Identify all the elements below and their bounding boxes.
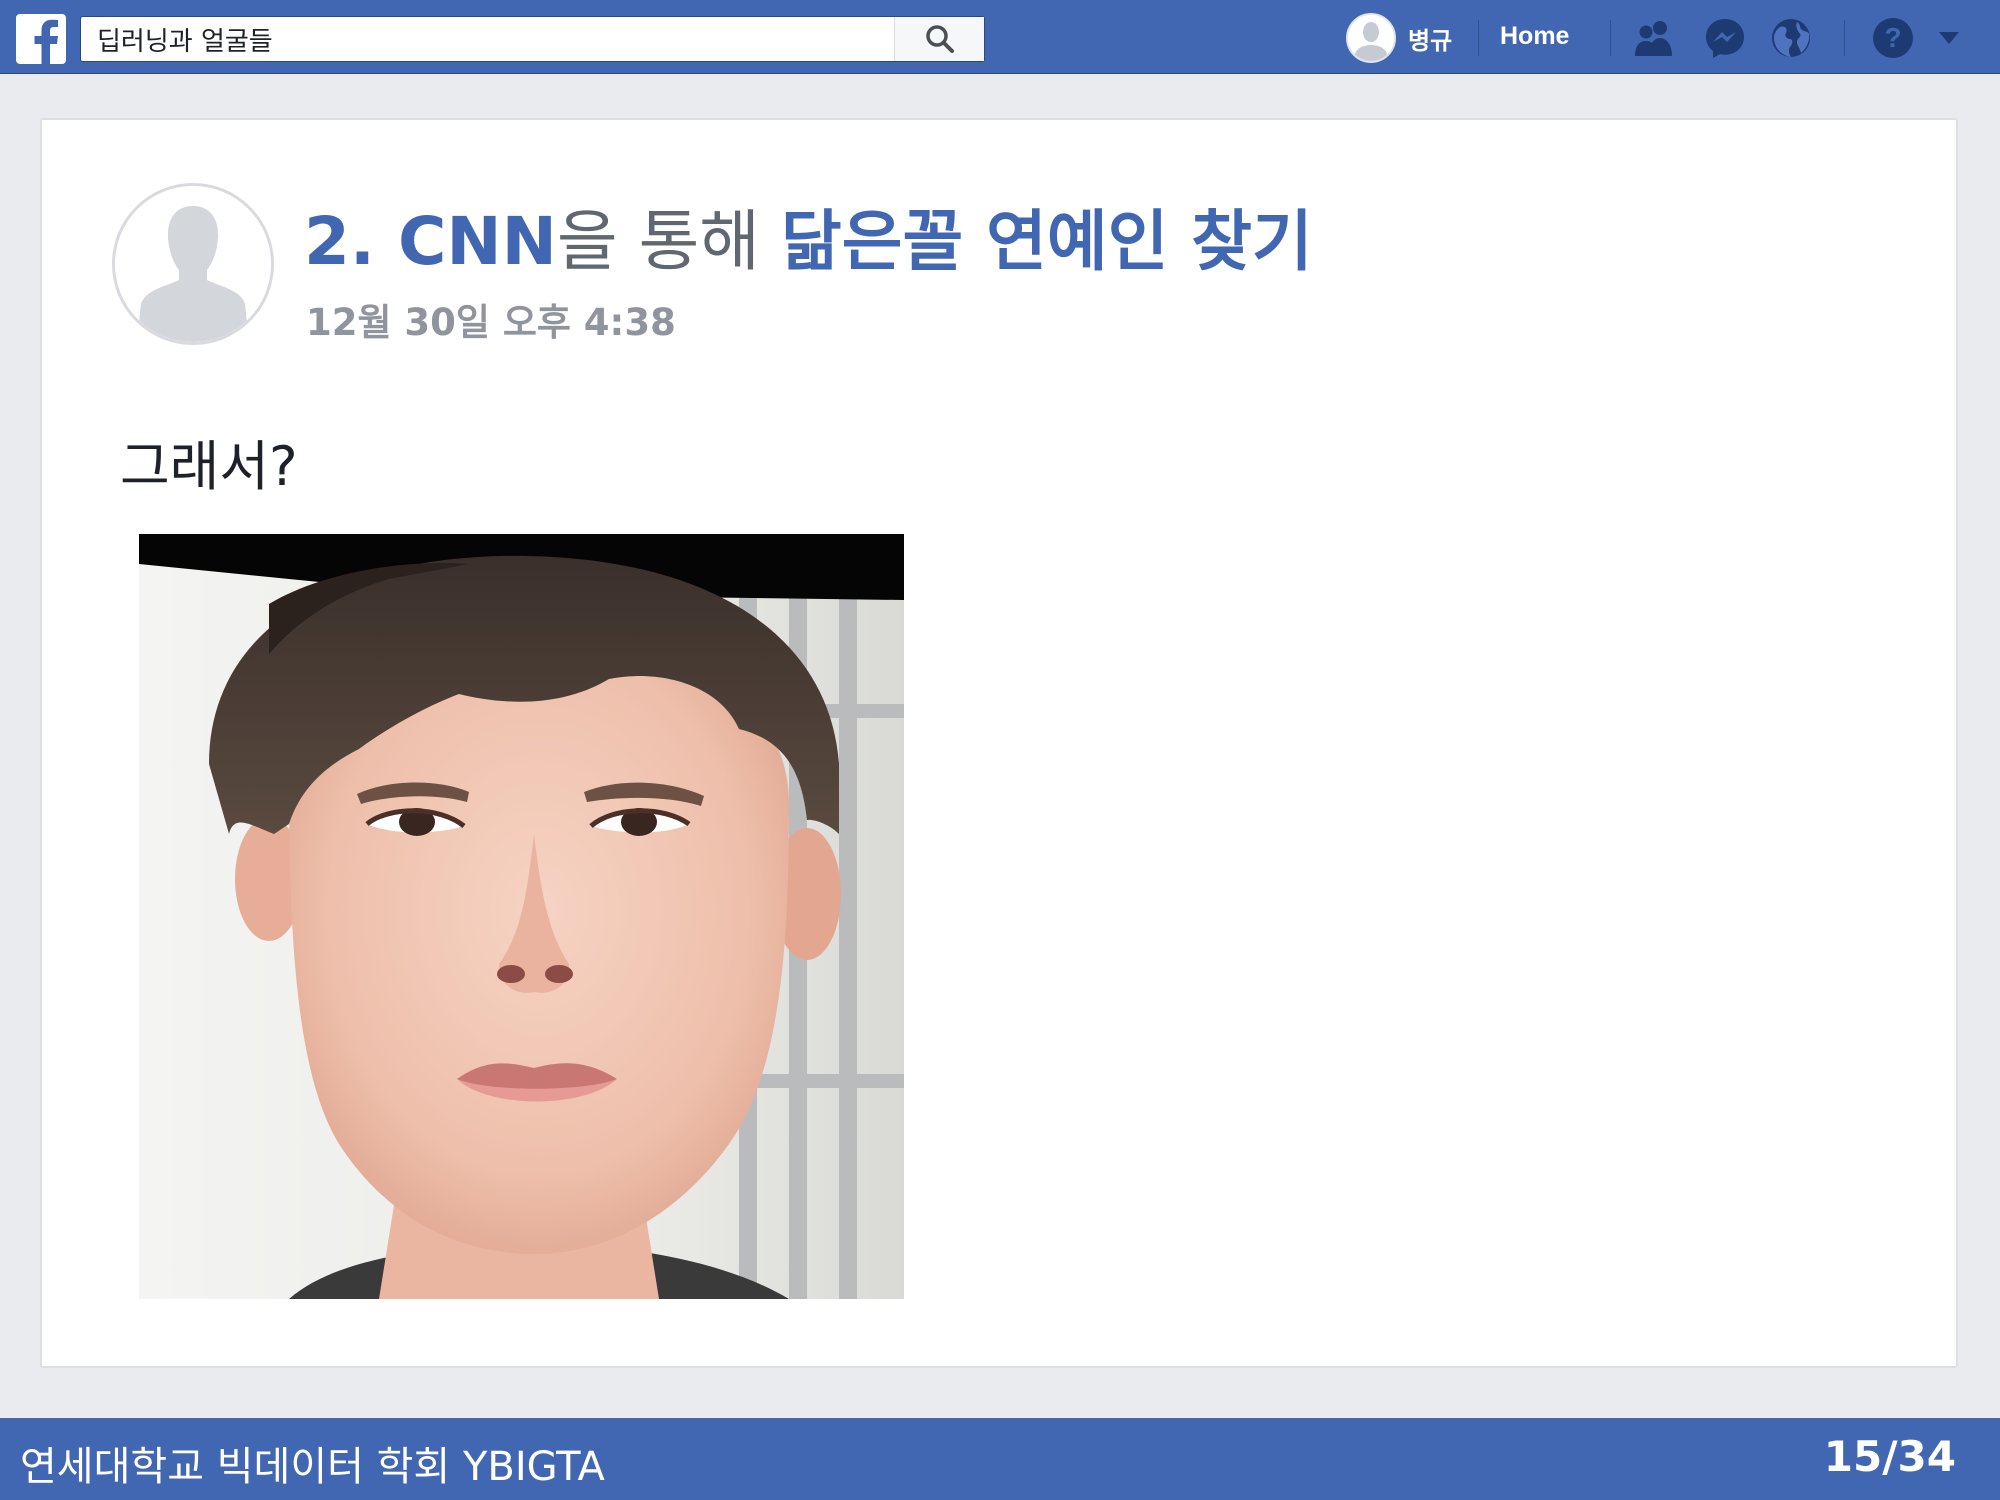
post-title: 2. CNN을 통해 닮은꼴 연예인 찾기: [304, 202, 1313, 282]
facebook-logo-icon[interactable]: [16, 14, 66, 64]
dropdown-arrow-icon[interactable]: [1934, 15, 1964, 61]
nav-divider: [1610, 20, 1611, 56]
slide-footer: 연세대학교 빅데이터 학회 YBIGTA 15/34: [0, 1418, 2000, 1500]
home-link[interactable]: Home: [1500, 22, 1569, 51]
post-title-part: 을 통해: [556, 203, 782, 280]
post-timestamp[interactable]: 12월 30일 오후 4:38: [306, 292, 676, 346]
profile-link[interactable]: 병규: [1346, 12, 1452, 64]
user-name: 병규: [1408, 26, 1453, 55]
post-body-text: 그래서?: [120, 435, 298, 498]
post-title-part[interactable]: 2. CNN: [304, 203, 557, 280]
search-box: [80, 16, 985, 62]
messenger-icon[interactable]: [1702, 15, 1748, 61]
post-title-part[interactable]: 닮은꼴 연예인 찾기: [781, 203, 1313, 280]
post-card: 2. CNN을 통해 닮은꼴 연예인 찾기 12월 30일 오후 4:38 그래…: [40, 118, 1958, 1368]
post-photo[interactable]: [139, 534, 904, 1299]
svg-text:?: ?: [1884, 22, 1901, 53]
nav-divider: [1844, 20, 1845, 56]
user-avatar: [1346, 13, 1396, 63]
post-author-avatar[interactable]: [112, 183, 274, 345]
help-icon[interactable]: ?: [1870, 15, 1916, 61]
footer-organization: 연세대학교 빅데이터 학회 YBIGTA: [20, 1444, 605, 1490]
search-icon: [925, 25, 954, 53]
default-avatar-icon: [115, 186, 271, 342]
globe-icon[interactable]: [1768, 15, 1814, 61]
nav-divider: [1478, 20, 1479, 56]
default-avatar-icon: [1348, 15, 1394, 61]
search-button[interactable]: [894, 17, 984, 61]
face-photo: [139, 534, 904, 1299]
search-input[interactable]: [81, 17, 891, 61]
page-number: 15/34: [1823, 1432, 1956, 1481]
friends-icon[interactable]: [1632, 15, 1678, 61]
top-navigation-bar: 병규 Home ?: [0, 0, 2000, 74]
